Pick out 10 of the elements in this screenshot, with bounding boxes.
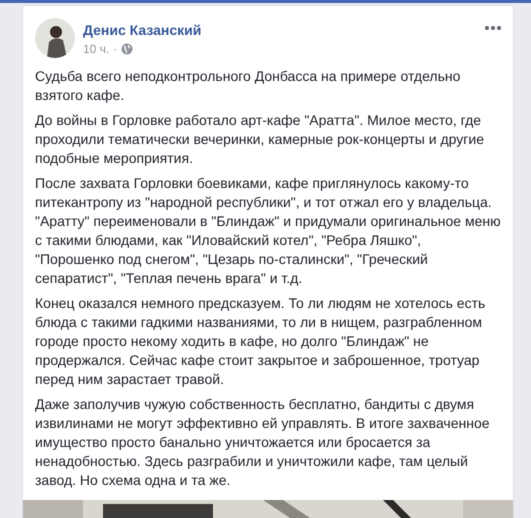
post-paragraph: До войны в Горловке работало арт-кафе "Аратта". Милое место, где проходили тематически вечеринки, камерные рок-концерты и другие подобные мероприятия. xyxy=(35,111,485,168)
separator-dot: · xyxy=(113,42,118,56)
post-paragraph: Даже заполучив чужую собственность бесплатно, бандиты с двумя извилинами не могут эффективно ей управлять. В итоге захваченное имущество просто банально уничтожается или бросается за ненадобностью. Здесь разграбили и уничтожили кафе, там целый завод. Но схема одна и та же. xyxy=(35,395,491,490)
post-paragraph: Конец оказался немного предсказуем. То ли людям не хотелось есть блюда с такими гадкими названиями, то ли в нищем, разграбленном городе просто некому ходить в кафе, но долго "Блиндаж" не продержался. Сейчас кафе стоит закрытое и заброшенное, тротуар перед ним зарастает травой. xyxy=(35,294,486,389)
post-paragraph: После захвата Горловки боевиками, кафе приглянулось какому-то питекантропу из "народной республики", и тот отжал его у владельца. "Аратту" переименовали в "Блиндаж" и придумали оригинальное меню с такими блюдами, как "Иловайский котел", "Ребра Ляшко", "Порошенко под снегом", "Цезарь по-сталински", "Греческий сепаратист", "Теплая печень врага" и т.д. xyxy=(35,174,501,288)
globe-icon[interactable] xyxy=(121,43,134,55)
post-paragraph: Судьба всего неподконтрольного Донбасса на примере отдельно взятого кафе. xyxy=(35,67,462,105)
author-name[interactable]: Денис Казанский xyxy=(83,22,477,38)
avatar-icon[interactable] xyxy=(35,18,75,58)
more-options-icon[interactable] xyxy=(485,26,501,30)
